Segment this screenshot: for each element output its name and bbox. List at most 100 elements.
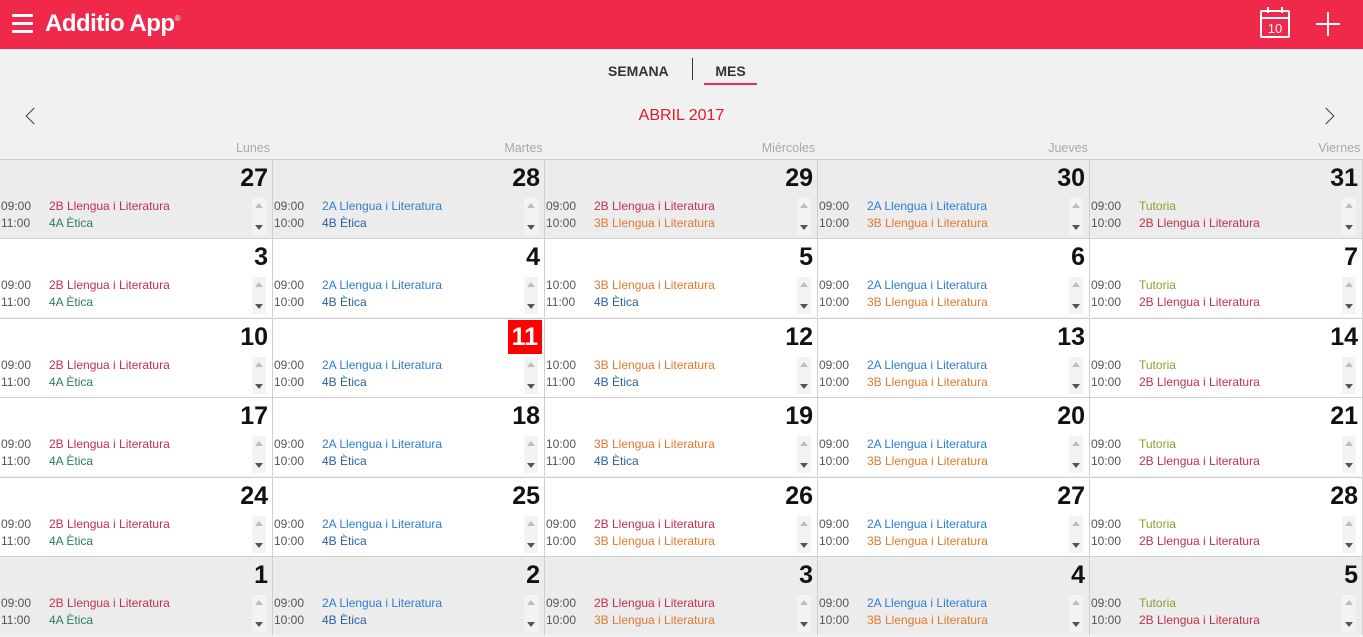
event-scroller[interactable] — [797, 436, 811, 473]
event-scroller[interactable] — [797, 277, 811, 314]
scroll-up-icon[interactable] — [1345, 600, 1353, 605]
day-cell[interactable]: 27 09:00 2A Llengua i Literatura 10:00 3B Ll… — [818, 477, 1090, 556]
scroll-down-icon[interactable] — [1072, 304, 1080, 309]
event-scroller[interactable] — [524, 595, 538, 632]
scroll-down-icon[interactable] — [527, 225, 535, 230]
event-scroller[interactable] — [797, 516, 811, 553]
event-item[interactable]: 09:00 2B Llengua i Literatura — [0, 436, 252, 453]
event-item[interactable]: 11:00 4A Ètica — [0, 533, 252, 550]
scroll-up-icon[interactable] — [527, 362, 535, 367]
scroll-up-icon[interactable] — [527, 600, 535, 605]
event-item[interactable]: 10:00 4B Ètica — [273, 612, 525, 629]
day-cell[interactable]: 29 09:00 2B Llengua i Literatura 10:00 3B Ll… — [545, 159, 818, 238]
event-scroller[interactable] — [524, 198, 538, 235]
scroll-down-icon[interactable] — [1072, 225, 1080, 230]
event-item[interactable]: 10:00 3B Llengua i Literatura — [545, 215, 797, 232]
event-scroller[interactable] — [252, 436, 266, 473]
event-item[interactable]: 11:00 4B Ètica — [545, 294, 797, 311]
scroll-down-icon[interactable] — [800, 304, 808, 309]
event-item[interactable]: 10:00 4B Ètica — [273, 533, 525, 550]
event-item[interactable]: 09:00 Tutoria — [1090, 198, 1342, 215]
event-scroller[interactable] — [797, 357, 811, 394]
event-item[interactable]: 09:00 2A Llengua i Literatura — [818, 516, 1070, 533]
scroll-down-icon[interactable] — [527, 543, 535, 548]
event-item[interactable]: 10:00 3B Llengua i Literatura — [545, 277, 797, 294]
event-scroller[interactable] — [252, 198, 266, 235]
event-item[interactable]: 10:00 2B Llengua i Literatura — [1090, 215, 1342, 232]
event-scroller[interactable] — [252, 357, 266, 394]
event-item[interactable]: 11:00 4A Ètica — [0, 612, 252, 629]
event-item[interactable]: 11:00 4A Ètica — [0, 374, 252, 391]
day-cell[interactable]: 25 09:00 2A Llengua i Literatura 10:00 4B Èt… — [273, 477, 545, 556]
scroll-up-icon[interactable] — [255, 441, 263, 446]
scroll-down-icon[interactable] — [1345, 622, 1353, 627]
event-item[interactable]: 09:00 2B Llengua i Literatura — [0, 277, 252, 294]
event-item[interactable]: 11:00 4B Ètica — [545, 374, 797, 391]
scroll-up-icon[interactable] — [800, 600, 808, 605]
day-cell[interactable]: 4 09:00 2A Llengua i Literatura 10:00 3B Lle… — [818, 556, 1090, 635]
event-scroller[interactable] — [524, 516, 538, 553]
event-item[interactable]: 09:00 2B Llengua i Literatura — [0, 357, 252, 374]
event-scroller[interactable] — [252, 595, 266, 632]
scroll-up-icon[interactable] — [1072, 441, 1080, 446]
day-cell[interactable]: 27 09:00 2B Llengua i Literatura 11:00 4A Èt… — [0, 159, 273, 238]
scroll-down-icon[interactable] — [1345, 304, 1353, 309]
day-cell[interactable]: 5 10:00 3B Llengua i Literatura 11:00 4B Èti… — [545, 238, 818, 317]
event-item[interactable]: 09:00 2A Llengua i Literatura — [818, 595, 1070, 612]
scroll-up-icon[interactable] — [1072, 521, 1080, 526]
event-item[interactable]: 09:00 2A Llengua i Literatura — [818, 436, 1070, 453]
day-cell[interactable]: 20 09:00 2A Llengua i Literatura 10:00 3B Ll… — [818, 397, 1090, 476]
chevron-right-icon[interactable] — [1322, 106, 1336, 126]
event-item[interactable]: 10:00 2B Llengua i Literatura — [1090, 453, 1342, 470]
scroll-up-icon[interactable] — [800, 203, 808, 208]
event-item[interactable]: 10:00 3B Llengua i Literatura — [818, 374, 1070, 391]
scroll-down-icon[interactable] — [527, 622, 535, 627]
event-item[interactable]: 09:00 2A Llengua i Literatura — [273, 357, 525, 374]
event-scroller[interactable] — [1342, 436, 1356, 473]
scroll-down-icon[interactable] — [1072, 463, 1080, 468]
scroll-up-icon[interactable] — [255, 600, 263, 605]
event-item[interactable]: 10:00 4B Ètica — [273, 294, 525, 311]
tab-week[interactable]: SEMANA — [608, 63, 669, 79]
scroll-down-icon[interactable] — [800, 463, 808, 468]
scroll-up-icon[interactable] — [527, 521, 535, 526]
event-item[interactable]: 10:00 4B Ètica — [273, 374, 525, 391]
scroll-up-icon[interactable] — [255, 521, 263, 526]
event-item[interactable]: 09:00 2A Llengua i Literatura — [273, 595, 525, 612]
event-item[interactable]: 09:00 Tutoria — [1090, 436, 1342, 453]
day-cell[interactable]: 13 09:00 2A Llengua i Literatura 10:00 3B Ll… — [818, 318, 1090, 397]
scroll-down-icon[interactable] — [1072, 384, 1080, 389]
scroll-up-icon[interactable] — [527, 282, 535, 287]
scroll-down-icon[interactable] — [1072, 622, 1080, 627]
day-cell[interactable]: 17 09:00 2B Llengua i Literatura 11:00 4A Èt… — [0, 397, 273, 476]
scroll-down-icon[interactable] — [1072, 543, 1080, 548]
scroll-down-icon[interactable] — [255, 543, 263, 548]
event-scroller[interactable] — [1342, 198, 1356, 235]
event-scroller[interactable] — [1069, 198, 1083, 235]
scroll-down-icon[interactable] — [255, 225, 263, 230]
event-item[interactable]: 10:00 2B Llengua i Literatura — [1090, 294, 1342, 311]
scroll-down-icon[interactable] — [1345, 463, 1353, 468]
day-cell[interactable]: 19 10:00 3B Llengua i Literatura 11:00 4B Èt… — [545, 397, 818, 476]
event-item[interactable]: 09:00 Tutoria — [1090, 516, 1342, 533]
scroll-down-icon[interactable] — [1345, 384, 1353, 389]
event-item[interactable]: 10:00 3B Llengua i Literatura — [545, 436, 797, 453]
event-scroller[interactable] — [1069, 595, 1083, 632]
event-scroller[interactable] — [1069, 277, 1083, 314]
event-scroller[interactable] — [797, 595, 811, 632]
scroll-down-icon[interactable] — [255, 622, 263, 627]
scroll-up-icon[interactable] — [255, 203, 263, 208]
scroll-up-icon[interactable] — [800, 521, 808, 526]
event-item[interactable]: 09:00 2B Llengua i Literatura — [0, 198, 252, 215]
day-cell[interactable]: 28 09:00 Tutoria 10:00 2B Llengua i Literatu… — [1090, 477, 1363, 556]
event-item[interactable]: 10:00 2B Llengua i Literatura — [1090, 612, 1342, 629]
day-cell[interactable]: 12 10:00 3B Llengua i Literatura 11:00 4B Èt… — [545, 318, 818, 397]
day-cell[interactable]: 3 09:00 2B Llengua i Literatura 11:00 4A Èti… — [0, 238, 273, 317]
event-item[interactable]: 09:00 2B Llengua i Literatura — [0, 516, 252, 533]
event-item[interactable]: 09:00 2A Llengua i Literatura — [818, 198, 1070, 215]
scroll-down-icon[interactable] — [255, 463, 263, 468]
scroll-down-icon[interactable] — [527, 384, 535, 389]
event-item[interactable]: 10:00 4B Ètica — [273, 215, 525, 232]
day-cell[interactable]: 3 09:00 2B Llengua i Literatura 10:00 3B Lle… — [545, 556, 818, 635]
event-item[interactable]: 10:00 3B Llengua i Literatura — [818, 612, 1070, 629]
